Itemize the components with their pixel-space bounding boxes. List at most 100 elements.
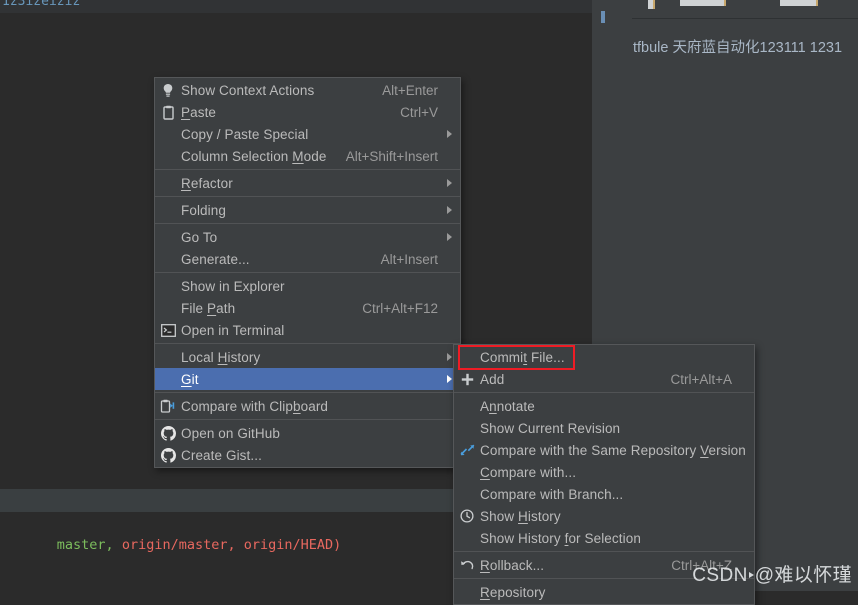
menu-item-compare-with[interactable]: Compare with...: [454, 461, 754, 483]
menu-item-column-selection-mode[interactable]: Column Selection Mode Alt+Shift+Insert: [155, 145, 460, 167]
editor-context-menu[interactable]: Show Context Actions Alt+Enter Paste Ctrl+V…: [154, 77, 461, 468]
lightbulb-icon: [155, 79, 181, 101]
no-icon: [155, 368, 181, 390]
menu-item-label: Compare with...: [480, 464, 577, 480]
menu-item-show-context-actions[interactable]: Show Context Actions Alt+Enter: [155, 79, 460, 101]
editor-top-strip: [0, 0, 592, 13]
no-icon: [454, 395, 480, 417]
no-icon: [155, 248, 181, 270]
menu-item-copy-paste-special[interactable]: Copy / Paste Special: [155, 123, 460, 145]
github-icon: [155, 444, 181, 466]
watermark-triangle-icon: [748, 572, 754, 579]
menu-item-annotate[interactable]: Annotate: [454, 395, 754, 417]
plus-icon: [454, 368, 480, 390]
menu-item-file-path[interactable]: File Path Ctrl+Alt+F12: [155, 297, 460, 319]
menu-item-local-history[interactable]: Local History: [155, 346, 460, 368]
no-icon: [155, 123, 181, 145]
chevron-right-icon: [438, 353, 452, 361]
menu-item-go-to[interactable]: Go To: [155, 226, 460, 248]
menu-item-shortcut: Ctrl+Alt+A: [670, 371, 732, 387]
menu-item-paste[interactable]: Paste Ctrl+V: [155, 101, 460, 123]
no-icon: [454, 483, 480, 505]
menu-item-label: Folding: [181, 202, 226, 218]
menu-item-label: Paste: [181, 104, 217, 120]
menu-item-label: Compare with Branch...: [480, 486, 624, 502]
menu-item-label: Copy / Paste Special: [181, 126, 309, 142]
menu-separator: [155, 392, 460, 393]
menu-item-compare-with-the-same-repository-version[interactable]: Compare with the Same Repository Version: [454, 439, 754, 461]
compare-icon: [454, 439, 480, 461]
menu-item-label: Add: [480, 371, 505, 387]
menu-item-label: Show Current Revision: [480, 420, 621, 436]
rollback-icon: [454, 554, 480, 576]
menu-item-show-in-explorer[interactable]: Show in Explorer: [155, 275, 460, 297]
menu-item-generate[interactable]: Generate... Alt+Insert: [155, 248, 460, 270]
no-icon: [155, 297, 181, 319]
menu-item-compare-with-clipboard[interactable]: Compare with Clipboard: [155, 395, 460, 417]
branch-token-master: master,: [56, 537, 114, 553]
menu-item-add[interactable]: Add Ctrl+Alt+A: [454, 368, 754, 390]
menu-item-show-history-for-selection[interactable]: Show History for Selection: [454, 527, 754, 549]
menu-item-label: Go To: [181, 229, 218, 245]
menu-item-label: Compare with the Same Repository Version: [480, 442, 746, 458]
menu-item-commit-file[interactable]: Commit File...: [454, 346, 754, 368]
branch-info-label: tfbule 天府蓝自动化123111 1231: [633, 40, 843, 56]
menu-item-shortcut: Alt+Enter: [382, 82, 438, 98]
menu-item-compare-with-branch[interactable]: Compare with Branch...: [454, 483, 754, 505]
menu-item-git[interactable]: Git: [155, 368, 460, 390]
menu-item-label: Annotate: [480, 398, 535, 414]
menu-item-label: Open in Terminal: [181, 322, 285, 338]
menu-item-open-in-terminal[interactable]: Open in Terminal: [155, 319, 460, 341]
chevron-right-icon: [438, 233, 452, 241]
no-icon: [454, 581, 480, 603]
menu-item-show-history[interactable]: Show History: [454, 505, 754, 527]
menu-separator: [454, 392, 754, 393]
ide-root: 1z3izeiziz master, origin/master, origin…: [0, 0, 858, 605]
menu-item-create-gist[interactable]: Create Gist...: [155, 444, 460, 466]
menu-item-open-on-github[interactable]: Open on GitHub: [155, 422, 460, 444]
top-code-fragment: 1z3izeiziz: [2, 0, 81, 9]
menu-separator: [155, 419, 460, 420]
menu-item-shortcut: Ctrl+V: [400, 104, 438, 120]
github-icon: [155, 422, 181, 444]
toolbar-icon-1[interactable]: [648, 0, 655, 9]
menu-item-label: Generate...: [181, 251, 250, 267]
menu-item-label: Compare with Clipboard: [181, 398, 329, 414]
watermark-prefix: CSDN: [692, 565, 748, 586]
menu-item-label: Show History: [480, 508, 561, 524]
menu-separator: [155, 169, 460, 170]
menu-item-refactor[interactable]: Refactor: [155, 172, 460, 194]
menu-item-label: Commit File...: [480, 349, 565, 365]
menu-separator: [155, 196, 460, 197]
scrollbar-marker[interactable]: [601, 11, 605, 23]
menu-item-shortcut: Ctrl+Alt+F12: [362, 300, 438, 316]
toolbar-icon-2[interactable]: [680, 0, 726, 6]
menu-item-label: Column Selection Mode: [181, 148, 327, 164]
chevron-right-icon: [438, 130, 452, 138]
menu-item-shortcut: Alt+Insert: [380, 251, 438, 267]
menu-separator: [155, 272, 460, 273]
clipboard-icon: [155, 101, 181, 123]
right-panel-toolbar[interactable]: [628, 0, 858, 16]
no-icon: [454, 461, 480, 483]
menu-item-label: Open on GitHub: [181, 425, 280, 441]
menu-item-folding[interactable]: Folding: [155, 199, 460, 221]
menu-item-label: Show History for Selection: [480, 530, 641, 546]
chevron-right-icon: [438, 179, 452, 187]
compare-clipboard-icon: [155, 395, 181, 417]
no-icon: [155, 226, 181, 248]
no-icon: [155, 199, 181, 221]
menu-item-label: Show Context Actions: [181, 82, 315, 98]
no-icon: [155, 172, 181, 194]
toolbar-icon-3[interactable]: [780, 0, 818, 6]
csdn-watermark: CSDN @难以怀瑾: [692, 560, 852, 587]
menu-item-label: Git: [181, 371, 199, 387]
menu-item-show-current-revision[interactable]: Show Current Revision: [454, 417, 754, 439]
menu-separator: [155, 343, 460, 344]
branch-token-origin: origin/master, origin/HEAD): [113, 537, 342, 553]
no-icon: [454, 417, 480, 439]
menu-item-label: Refactor: [181, 175, 233, 191]
chevron-right-icon: [438, 206, 452, 214]
no-icon: [155, 275, 181, 297]
chevron-right-icon: [438, 375, 452, 383]
